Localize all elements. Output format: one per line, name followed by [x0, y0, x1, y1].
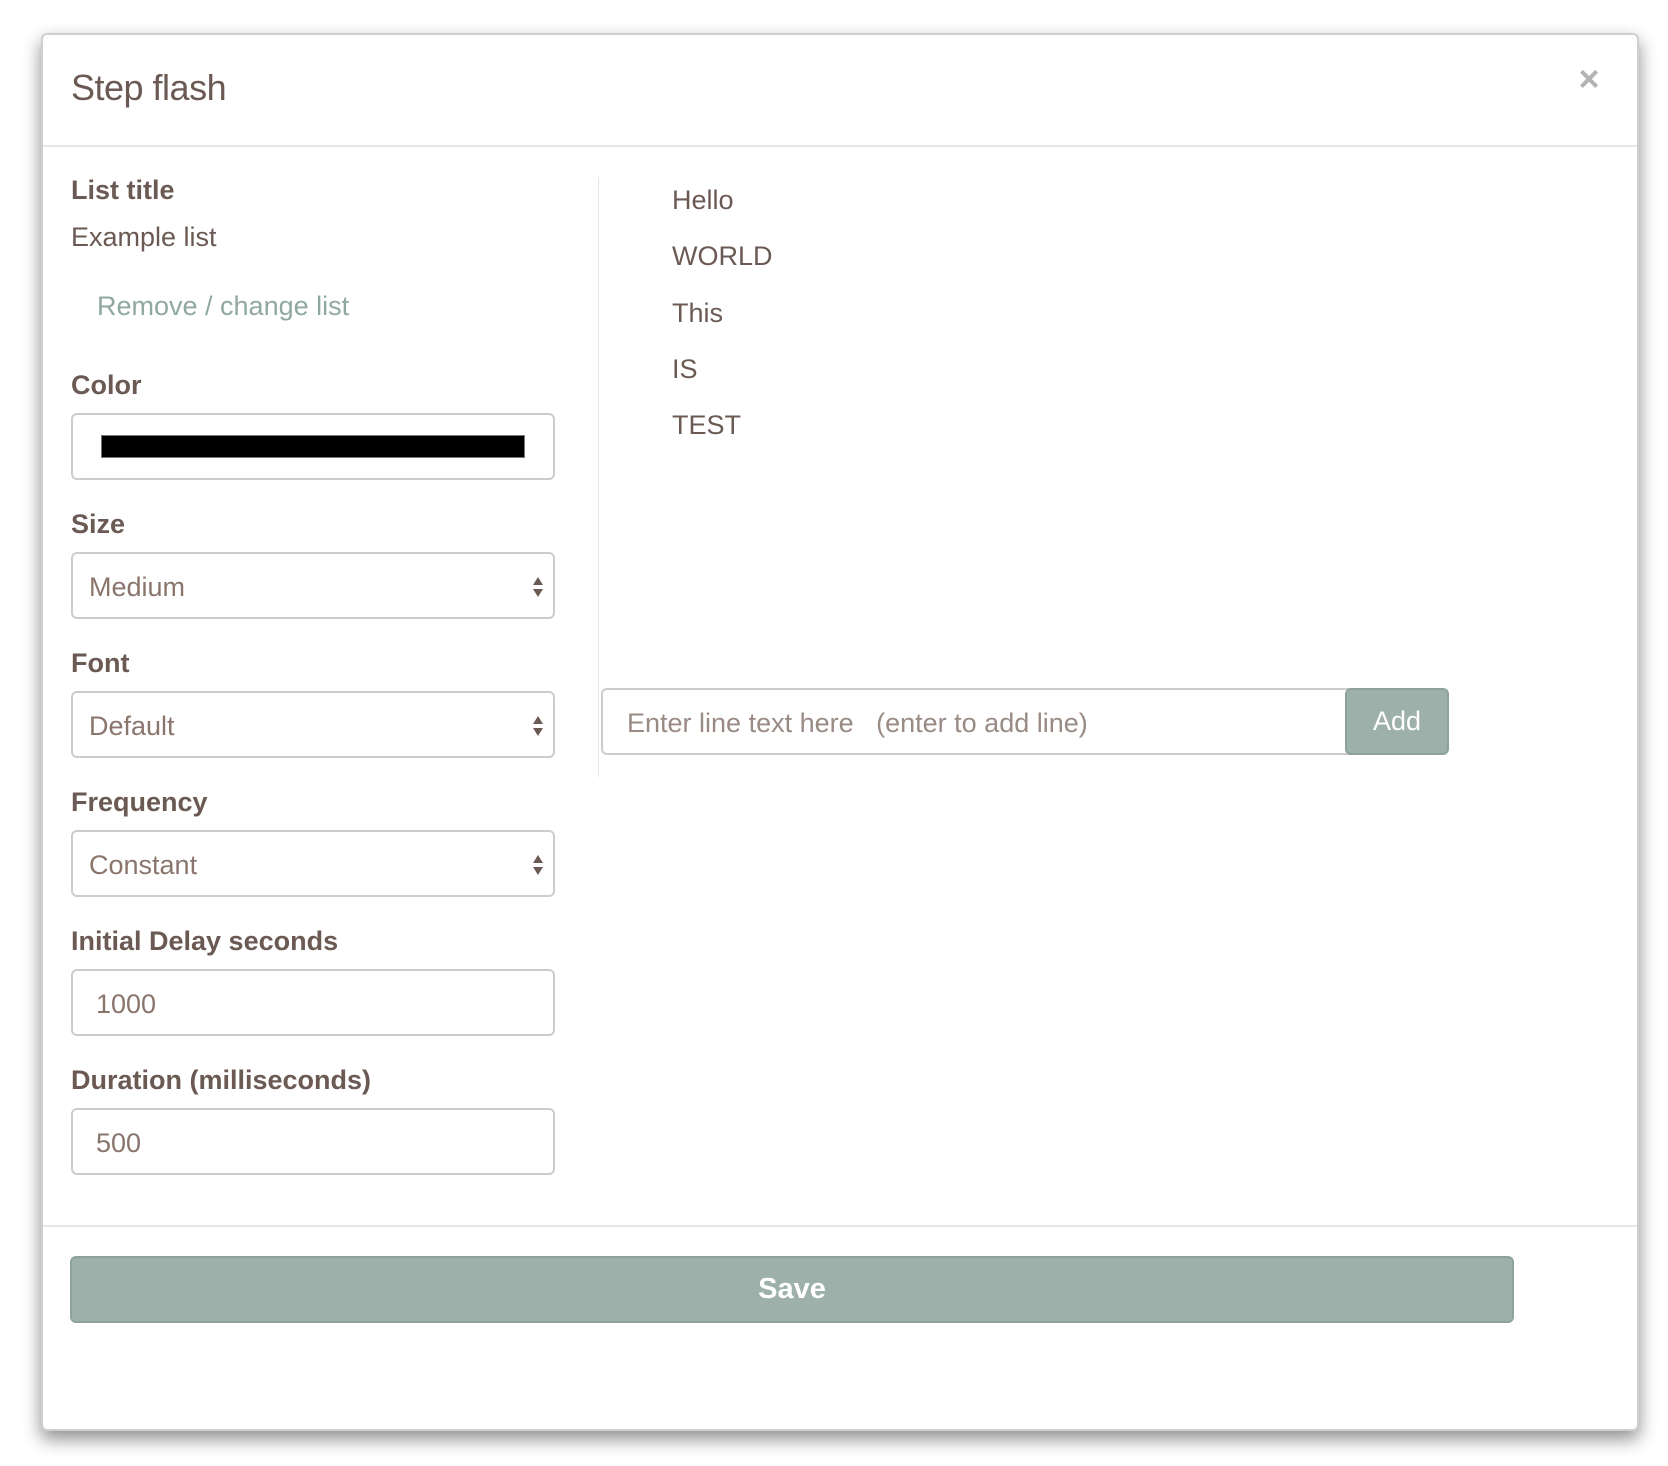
remove-change-list-link[interactable]: Remove / change list	[97, 291, 349, 322]
add-line-button[interactable]: Add	[1345, 688, 1449, 755]
list-item: IS	[672, 354, 698, 384]
select-arrows-icon	[533, 716, 543, 736]
select-arrows-icon	[533, 855, 543, 875]
duration-input[interactable]: 500	[71, 1108, 555, 1175]
font-label: Font	[71, 648, 130, 678]
color-picker[interactable]	[71, 413, 555, 480]
list-item: TEST	[672, 410, 742, 440]
select-arrows-icon	[533, 577, 543, 597]
footer-divider	[43, 1225, 1637, 1227]
list-item: WORLD	[672, 241, 773, 271]
frequency-select-value: Constant	[89, 850, 198, 880]
list-title-value: Example list	[71, 222, 217, 252]
initial-delay-label: Initial Delay seconds	[71, 926, 339, 956]
size-select-value: Medium	[89, 572, 186, 602]
font-select[interactable]: Default	[71, 691, 555, 758]
size-label: Size	[71, 509, 126, 539]
frequency-select[interactable]: Constant	[71, 830, 555, 897]
color-swatch	[101, 435, 525, 458]
modal-header: Step flash ×	[43, 35, 1637, 147]
step-flash-modal: Step flash × List title Example list Rem…	[41, 33, 1639, 1431]
close-icon[interactable]: ×	[1571, 61, 1607, 97]
save-button[interactable]: Save	[70, 1256, 1514, 1323]
duration-value: 500	[96, 1128, 142, 1158]
size-select[interactable]: Medium	[71, 552, 555, 619]
column-divider	[598, 177, 599, 777]
duration-label: Duration (milliseconds)	[71, 1065, 372, 1095]
list-item: This	[672, 298, 724, 328]
color-label: Color	[71, 370, 142, 400]
line-text-input[interactable]: Enter line text here (enter to add line)	[601, 688, 1378, 755]
list-title-label: List title	[71, 175, 175, 205]
initial-delay-input[interactable]: 1000	[71, 969, 555, 1036]
modal-title: Step flash	[71, 67, 227, 108]
initial-delay-value: 1000	[96, 989, 157, 1019]
font-select-value: Default	[89, 711, 175, 741]
line-text-placeholder: Enter line text here (enter to add line)	[627, 708, 1088, 738]
list-item: Hello	[672, 185, 734, 215]
frequency-label: Frequency	[71, 787, 208, 817]
